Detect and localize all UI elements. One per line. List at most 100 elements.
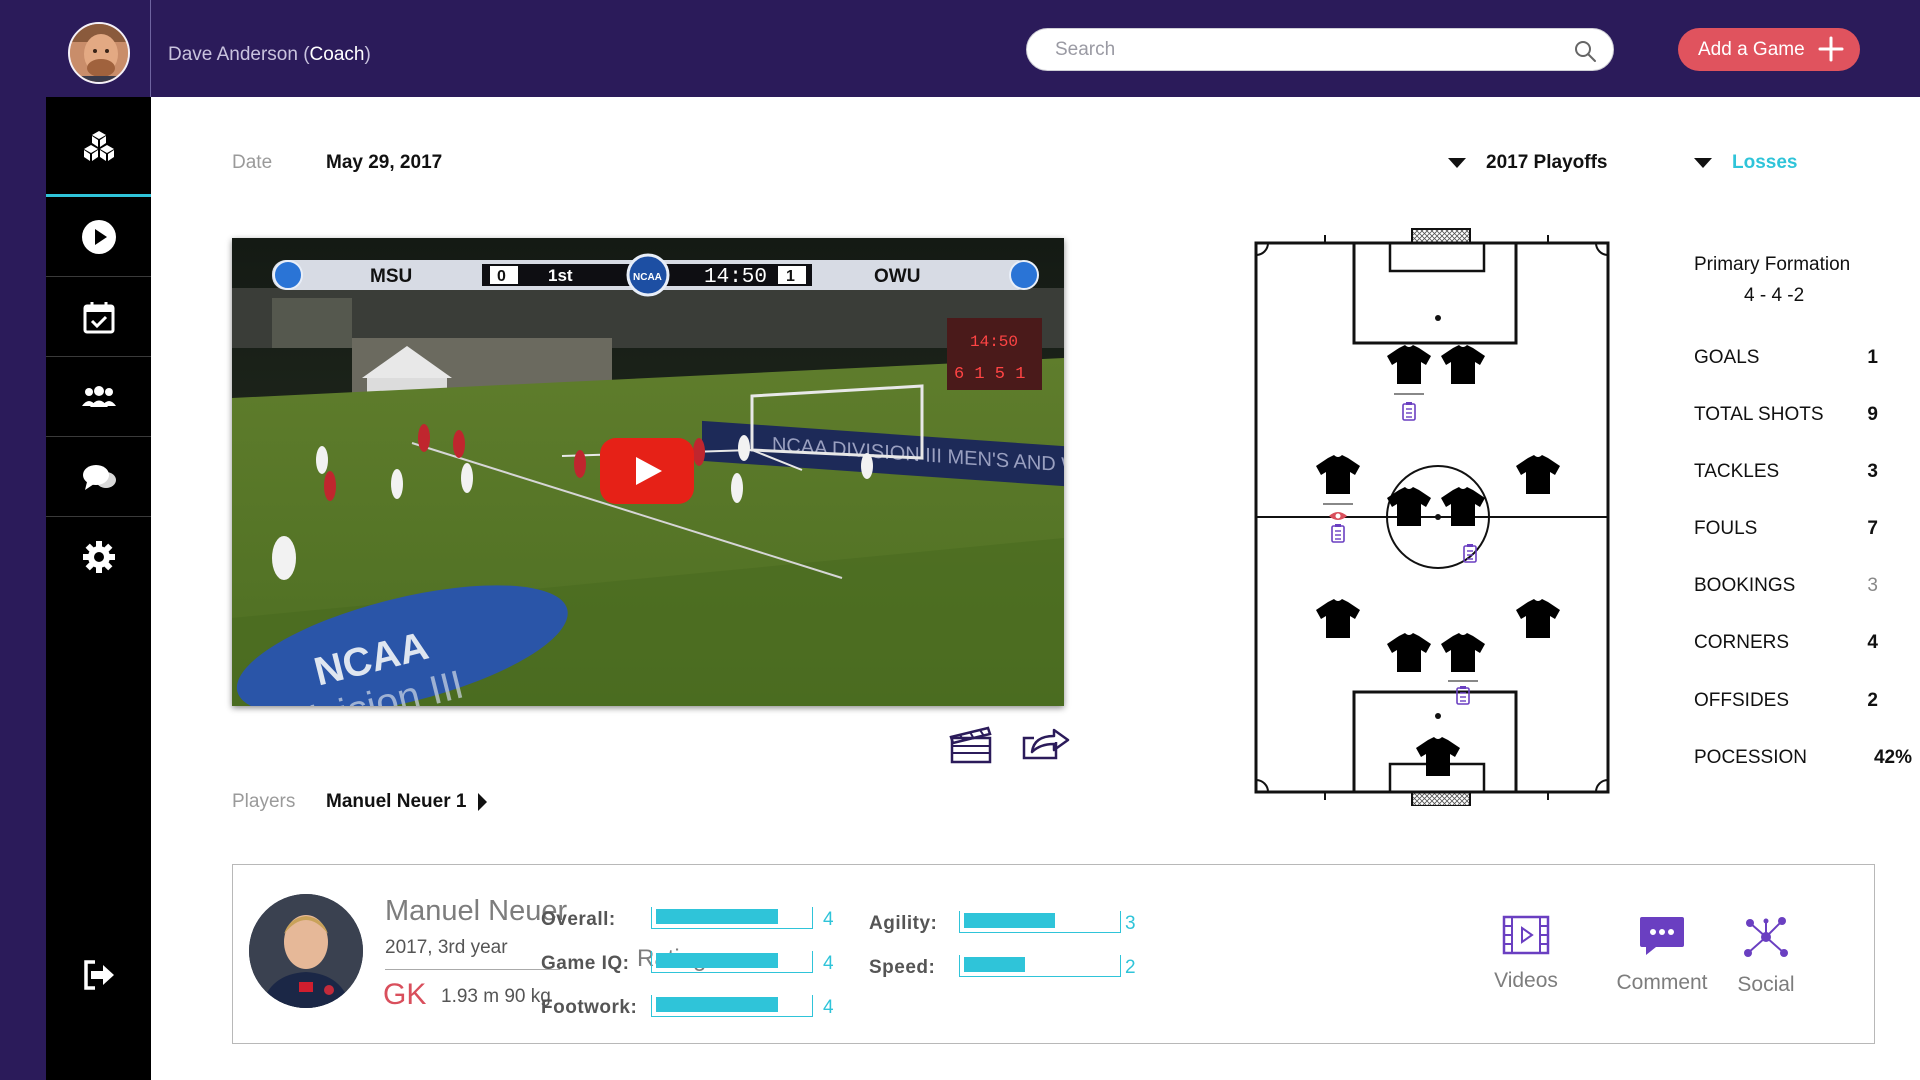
play-button[interactable] xyxy=(600,438,694,504)
rating-bar xyxy=(959,911,1121,933)
sidebar-item-schedule[interactable] xyxy=(46,277,151,357)
sidebar-margin xyxy=(0,97,46,1080)
comment-label: Comment xyxy=(1616,971,1708,994)
network-icon xyxy=(1744,917,1788,957)
player-year: 2017, 3rd year xyxy=(385,937,508,958)
sidebar-item-dashboard[interactable] xyxy=(46,97,151,197)
eye-icon xyxy=(1329,512,1347,520)
avatar[interactable] xyxy=(68,22,130,84)
rating-bar xyxy=(651,951,813,973)
season-value: 2017 Playoffs xyxy=(1486,152,1608,173)
videos-button[interactable]: Videos xyxy=(1471,915,1581,993)
player-photo xyxy=(249,894,363,1008)
search-icon[interactable] xyxy=(1573,39,1597,63)
team-icon xyxy=(81,385,116,407)
rating-bar-fill xyxy=(656,997,778,1012)
social-button[interactable]: Social xyxy=(1711,915,1821,997)
stat-label: POCESSION xyxy=(1694,747,1807,768)
date-value: May 29, 2017 xyxy=(326,152,443,173)
scoreboard-time: 14:50 xyxy=(970,333,1018,351)
formation-value: 4 - 4 -2 xyxy=(1744,285,1805,306)
score-overlay: MSU 0 1st NCAA 14:50 1 OWU xyxy=(272,253,1039,297)
comment-button[interactable]: Comment xyxy=(1607,915,1717,995)
search-box[interactable] xyxy=(1026,28,1614,71)
plus-icon xyxy=(1818,36,1844,62)
clapperboard-icon xyxy=(949,726,992,764)
stat-value: 9 xyxy=(1867,404,1878,425)
rating-bar xyxy=(651,907,813,929)
rating-bar-fill xyxy=(656,953,778,968)
search-input[interactable] xyxy=(1055,29,1555,70)
home-score: 0 xyxy=(497,268,506,285)
stat-label: CORNERS xyxy=(1694,632,1790,653)
rating-label: Overall: xyxy=(541,909,616,930)
clock: 14:50 xyxy=(704,266,767,289)
chevron-down-icon xyxy=(1448,158,1466,168)
calendar-check-icon xyxy=(83,301,114,333)
player-name: Manuel Neuer xyxy=(385,895,568,927)
period: 1st xyxy=(548,266,573,285)
stat-label: GOALS xyxy=(1694,347,1760,368)
social-label: Social xyxy=(1737,973,1795,996)
formation-pitch xyxy=(1252,226,1612,807)
film-strip-icon xyxy=(1502,915,1550,955)
season-dropdown[interactable]: 2017 Playoffs xyxy=(1448,152,1607,174)
user-role-open: ( xyxy=(297,44,310,65)
rating-label: Speed: xyxy=(869,957,936,978)
stat-label: OFFSIDES xyxy=(1694,690,1790,711)
game-stats: Primary Formation 4 - 4 -2 xyxy=(1694,254,1894,307)
sidebar-item-team[interactable] xyxy=(46,357,151,437)
formation-label: Primary Formation xyxy=(1694,254,1851,275)
ncaa-badge: NCAA xyxy=(633,272,662,283)
stat-value: 3 xyxy=(1867,575,1878,596)
top-header: Dave Anderson (Coach) Add a Game xyxy=(0,0,1920,97)
sidebar-item-videos[interactable] xyxy=(46,197,151,277)
user-name: Dave Anderson (Coach) xyxy=(168,44,371,66)
chevron-down-icon xyxy=(1694,158,1712,168)
sidebar-item-messages[interactable] xyxy=(46,437,151,517)
player-physical: 1.93 m 90 kg xyxy=(441,986,551,1007)
player-position: GK xyxy=(383,978,427,1011)
chat-bubbles-icon xyxy=(82,464,116,490)
stat-value: 4 xyxy=(1867,632,1878,653)
stat-label: BOOKINGS xyxy=(1694,575,1796,596)
share-button[interactable] xyxy=(1020,722,1070,766)
stat-value: 42% xyxy=(1873,747,1912,768)
rating-value: 4 xyxy=(823,997,834,1018)
rating-value: 3 xyxy=(1125,913,1136,934)
avatar-area xyxy=(0,0,151,97)
video-player[interactable]: NCAA DIVISION III MEN'S AND WOMEN'S 14:5… xyxy=(232,238,1064,706)
result-filter-dropdown[interactable]: Losses xyxy=(1694,152,1797,174)
share-icon xyxy=(1022,728,1070,760)
divider xyxy=(385,969,560,970)
rating-value: 4 xyxy=(823,953,834,974)
stat-value: 2 xyxy=(1867,690,1878,711)
play-circle-icon xyxy=(81,219,116,254)
rating-value: 2 xyxy=(1125,957,1136,978)
rating-bar-fill xyxy=(656,909,778,924)
player-selector[interactable]: Manuel Neuer 1 xyxy=(326,791,488,813)
logout-button[interactable] xyxy=(46,935,151,1015)
add-game-button[interactable]: Add a Game xyxy=(1678,28,1860,71)
rating-label: Agility: xyxy=(869,913,938,934)
user-name-text: Dave Anderson xyxy=(168,44,298,65)
players-label: Players xyxy=(232,791,296,812)
stat-label: TOTAL SHOTS xyxy=(1694,404,1824,425)
clip-button[interactable] xyxy=(946,722,996,766)
add-game-label: Add a Game xyxy=(1698,38,1805,60)
date-label: Date xyxy=(232,152,273,173)
player-selector-value: Manuel Neuer 1 xyxy=(326,791,467,812)
rating-value: 4 xyxy=(823,909,834,930)
home-team: MSU xyxy=(370,266,412,287)
sidebar-item-settings[interactable] xyxy=(46,517,151,597)
rating-bar xyxy=(959,955,1121,977)
rating-bar xyxy=(651,995,813,1017)
rating-bar-fill xyxy=(964,913,1055,928)
player-card: Manuel Neuer 2017, 3rd year GK 1.93 m 90… xyxy=(232,864,1875,1044)
rating-label: Game IQ: xyxy=(541,953,630,974)
stat-value: 7 xyxy=(1867,518,1878,539)
logout-icon xyxy=(83,960,114,990)
rating-bar-fill xyxy=(964,957,1025,972)
cubes-icon xyxy=(83,130,114,161)
away-score: 1 xyxy=(786,268,795,285)
